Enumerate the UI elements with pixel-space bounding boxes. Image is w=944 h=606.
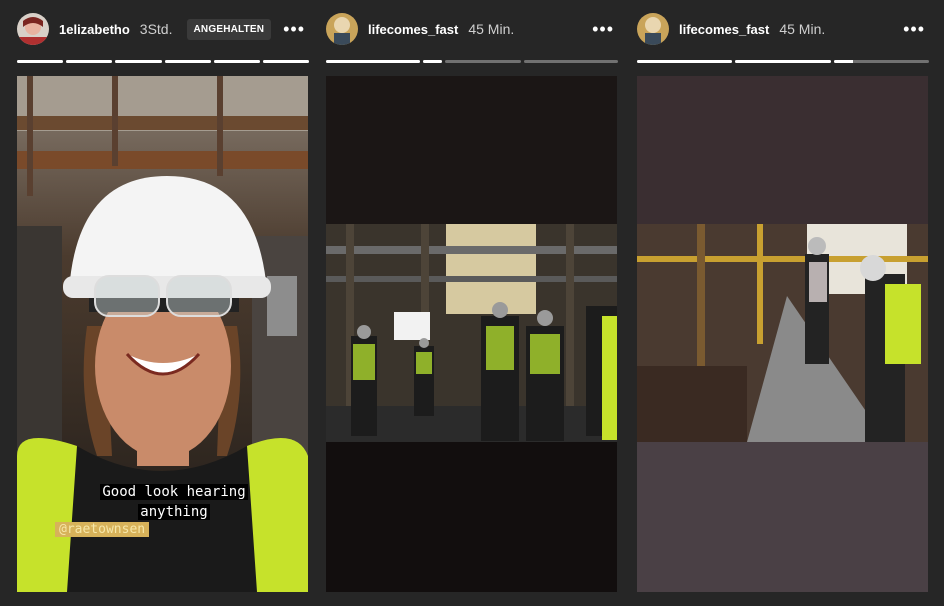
progress-segment [326,60,421,63]
caption-line: anything [138,504,210,520]
mention-tag[interactable]: @raetownsen [55,522,150,537]
user-avatar-icon [17,13,49,45]
avatar[interactable] [637,13,669,45]
more-options-icon[interactable]: ••• [899,20,929,38]
user-avatar-icon [326,13,358,45]
timestamp: 45 Min. [779,21,826,37]
story-header: lifecomes_fast 45 Min. ••• [637,10,929,48]
progress-segment [523,60,618,63]
progress-segment [115,60,162,63]
progress-bar [17,60,310,63]
progress-bar [326,60,618,63]
progress-segment [262,60,310,63]
story-media-photo[interactable] [637,76,928,592]
story-card-lifecomes-fast[interactable]: lifecomes_fast 45 Min. ••• [637,0,929,606]
story-header: lifecomes_fast 45 Min. ••• [326,10,618,48]
progress-segment [637,60,733,63]
username[interactable]: lifecomes_fast [368,22,458,37]
paused-badge: ANGEHALTEN [186,18,272,40]
timestamp: 3Std. [139,21,173,37]
progress-segment [17,60,64,63]
username[interactable]: lifecomes_fast [679,22,769,37]
progress-segment [735,60,831,63]
user-avatar-icon [637,13,669,45]
industrial-crowd-photo [326,76,617,592]
avatar[interactable] [326,13,358,45]
progress-segment [213,60,260,63]
caption-line: Good look hearing [100,484,248,500]
progress-segment [833,60,929,63]
progress-segment [66,60,113,63]
progress-bar [637,60,929,63]
progress-segment [445,60,521,63]
story-card-lifecomes-fast[interactable]: lifecomes_fast 45 Min. ••• [326,0,618,606]
more-options-icon[interactable]: ••• [279,20,309,38]
story-media-photo[interactable]: Good look hearing anything @raetownsen [17,76,308,592]
username[interactable]: 1elizabetho [59,22,130,37]
story-header: 1elizabetho 3Std. ANGEHALTEN ••• [17,10,309,48]
progress-segment [423,60,443,63]
progress-segment [164,60,211,63]
more-options-icon[interactable]: ••• [588,20,618,38]
avatar[interactable] [17,13,49,45]
story-media-photo[interactable] [326,76,617,592]
story-caption: Good look hearing anything [79,482,269,522]
walkway-photo [637,76,928,592]
story-card-1elizabetho[interactable]: 1elizabetho 3Std. ANGEHALTEN ••• Good lo… [17,0,310,606]
timestamp: 45 Min. [468,21,515,37]
